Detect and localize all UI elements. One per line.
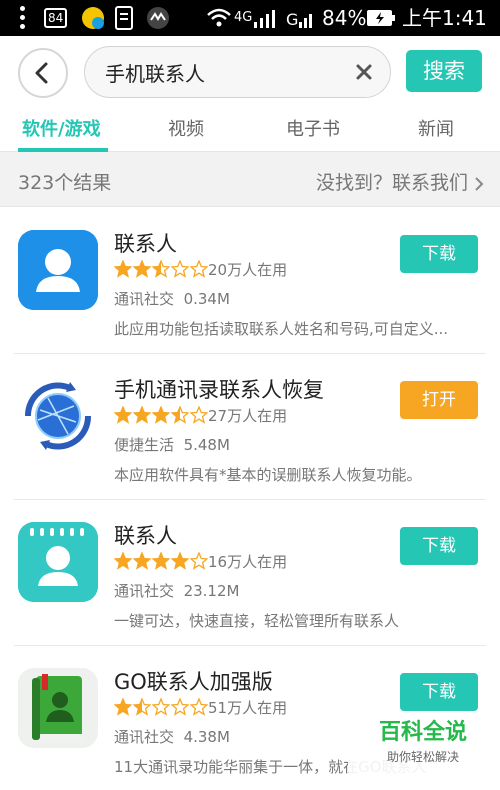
star-icon bbox=[133, 552, 151, 570]
star-icon bbox=[171, 260, 189, 278]
app-description: 一键可达，快速直接，轻松管理所有联系人 bbox=[114, 612, 400, 630]
star-icon bbox=[171, 698, 189, 716]
download-button[interactable]: 下载 bbox=[400, 527, 478, 565]
app-category: 通讯社交 bbox=[114, 728, 175, 746]
battery-icon bbox=[367, 10, 395, 26]
star-icon bbox=[152, 406, 170, 424]
app-category: 便捷生活 bbox=[114, 436, 175, 454]
star-icon bbox=[190, 698, 208, 716]
app-name: 联系人 bbox=[114, 524, 177, 548]
green-book-icon bbox=[18, 668, 98, 748]
star-icon bbox=[152, 260, 170, 278]
list-item[interactable]: 联系人 20万人在用 通讯社交 0.34M 此应用功能包括读取联系人姓名和号码,… bbox=[0, 208, 500, 354]
watermark-title: 百科全说 bbox=[378, 720, 467, 745]
notification-app-icon bbox=[82, 7, 104, 29]
star-icon bbox=[171, 552, 189, 570]
search-button[interactable]: 搜索 bbox=[406, 50, 482, 92]
chevron-right-icon bbox=[475, 176, 484, 191]
star-icon bbox=[114, 260, 132, 278]
download-button[interactable]: 下载 bbox=[400, 235, 478, 273]
app-meta: 通讯社交 4.38M bbox=[114, 726, 230, 747]
contacts-blue-icon bbox=[18, 230, 98, 310]
status-bar: 84 4G G 84% 上午1:41 bbox=[0, 0, 500, 36]
battery-percent: 84% bbox=[322, 6, 367, 30]
contact-us-link[interactable]: 没找到？联系我们 bbox=[316, 168, 484, 195]
tab-software-games[interactable]: 软件/游戏 bbox=[22, 115, 101, 141]
app-category: 通讯社交 bbox=[114, 582, 175, 600]
star-icon bbox=[152, 552, 170, 570]
star-rating bbox=[114, 552, 209, 570]
svg-text:G: G bbox=[286, 10, 298, 29]
signal-badge: 84 bbox=[44, 8, 68, 28]
search-input[interactable] bbox=[105, 57, 345, 87]
star-icon bbox=[133, 698, 151, 716]
app-name: 手机通讯录联系人恢复 bbox=[114, 378, 324, 402]
search-box bbox=[84, 46, 391, 98]
download-button[interactable]: 下载 bbox=[400, 673, 478, 711]
overflow-menu-icon bbox=[20, 6, 25, 30]
clock: 上午1:41 bbox=[402, 6, 487, 30]
list-item[interactable]: 联系人 16万人在用 通讯社交 23.12M 一键可达，快速直接，轻松管理所有联… bbox=[0, 500, 500, 646]
wifi-icon bbox=[207, 8, 231, 27]
user-count: 27万人在用 bbox=[208, 407, 288, 425]
results-count: 323个结果 bbox=[18, 172, 112, 194]
app-meta: 通讯社交 23.12M bbox=[114, 580, 239, 601]
app-name: 联系人 bbox=[114, 232, 177, 256]
open-button[interactable]: 打开 bbox=[400, 381, 478, 419]
star-icon bbox=[171, 406, 189, 424]
signal-strength-2-icon: G bbox=[286, 10, 312, 29]
app-description: 本应用软件具有*基本的误删联系人恢复功能。 bbox=[114, 466, 422, 484]
contacts-teal-icon bbox=[18, 522, 98, 602]
category-tabs: 软件/游戏 视频 电子书 新闻 bbox=[0, 106, 500, 152]
app-size: 4.38M bbox=[183, 728, 230, 746]
user-count: 51万人在用 bbox=[208, 699, 288, 717]
chevron-left-icon bbox=[35, 62, 48, 84]
app-meta: 便捷生活 5.48M bbox=[114, 434, 230, 455]
list-item[interactable]: 手机通讯录联系人恢复 27万人在用 便捷生活 5.48M 本应用软件具有*基本的… bbox=[0, 354, 500, 500]
star-icon bbox=[190, 260, 208, 278]
star-icon bbox=[114, 552, 132, 570]
search-header: 搜索 bbox=[0, 36, 500, 106]
app-size: 5.48M bbox=[183, 436, 230, 454]
app-description: 此应用功能包括读取联系人姓名和号码,可自定义... bbox=[114, 320, 449, 338]
media-icon bbox=[147, 7, 169, 29]
watermark-logo: 百科全说 助你轻松解决 bbox=[348, 712, 498, 778]
app-size: 23.12M bbox=[183, 582, 240, 600]
document-icon bbox=[115, 6, 133, 30]
user-count: 16万人在用 bbox=[208, 553, 288, 571]
star-rating bbox=[114, 406, 209, 424]
signal-strength-icon bbox=[254, 10, 275, 28]
watermark-subtitle: 助你轻松解决 bbox=[386, 750, 459, 764]
app-name: GO联系人加强版 bbox=[114, 670, 273, 694]
star-icon bbox=[152, 698, 170, 716]
results-header: 323个结果 没找到？联系我们 bbox=[0, 152, 500, 207]
network-type-label: 4G bbox=[234, 10, 253, 25]
star-icon bbox=[114, 698, 132, 716]
clear-icon[interactable] bbox=[354, 62, 374, 82]
app-meta: 通讯社交 0.34M bbox=[114, 288, 230, 309]
star-rating bbox=[114, 260, 209, 278]
star-icon bbox=[133, 406, 151, 424]
user-count: 20万人在用 bbox=[208, 261, 288, 279]
app-size: 0.34M bbox=[183, 290, 230, 308]
star-icon bbox=[133, 260, 151, 278]
tab-video[interactable]: 视频 bbox=[168, 115, 204, 141]
back-button[interactable] bbox=[18, 48, 68, 98]
tab-news[interactable]: 新闻 bbox=[418, 115, 454, 141]
globe-restore-icon bbox=[18, 376, 98, 456]
star-icon bbox=[114, 406, 132, 424]
contact-us-label: 没找到？联系我们 bbox=[315, 172, 468, 194]
star-icon bbox=[190, 406, 208, 424]
tab-ebook[interactable]: 电子书 bbox=[286, 115, 340, 141]
star-rating bbox=[114, 698, 209, 716]
star-icon bbox=[190, 552, 208, 570]
app-category: 通讯社交 bbox=[114, 290, 175, 308]
